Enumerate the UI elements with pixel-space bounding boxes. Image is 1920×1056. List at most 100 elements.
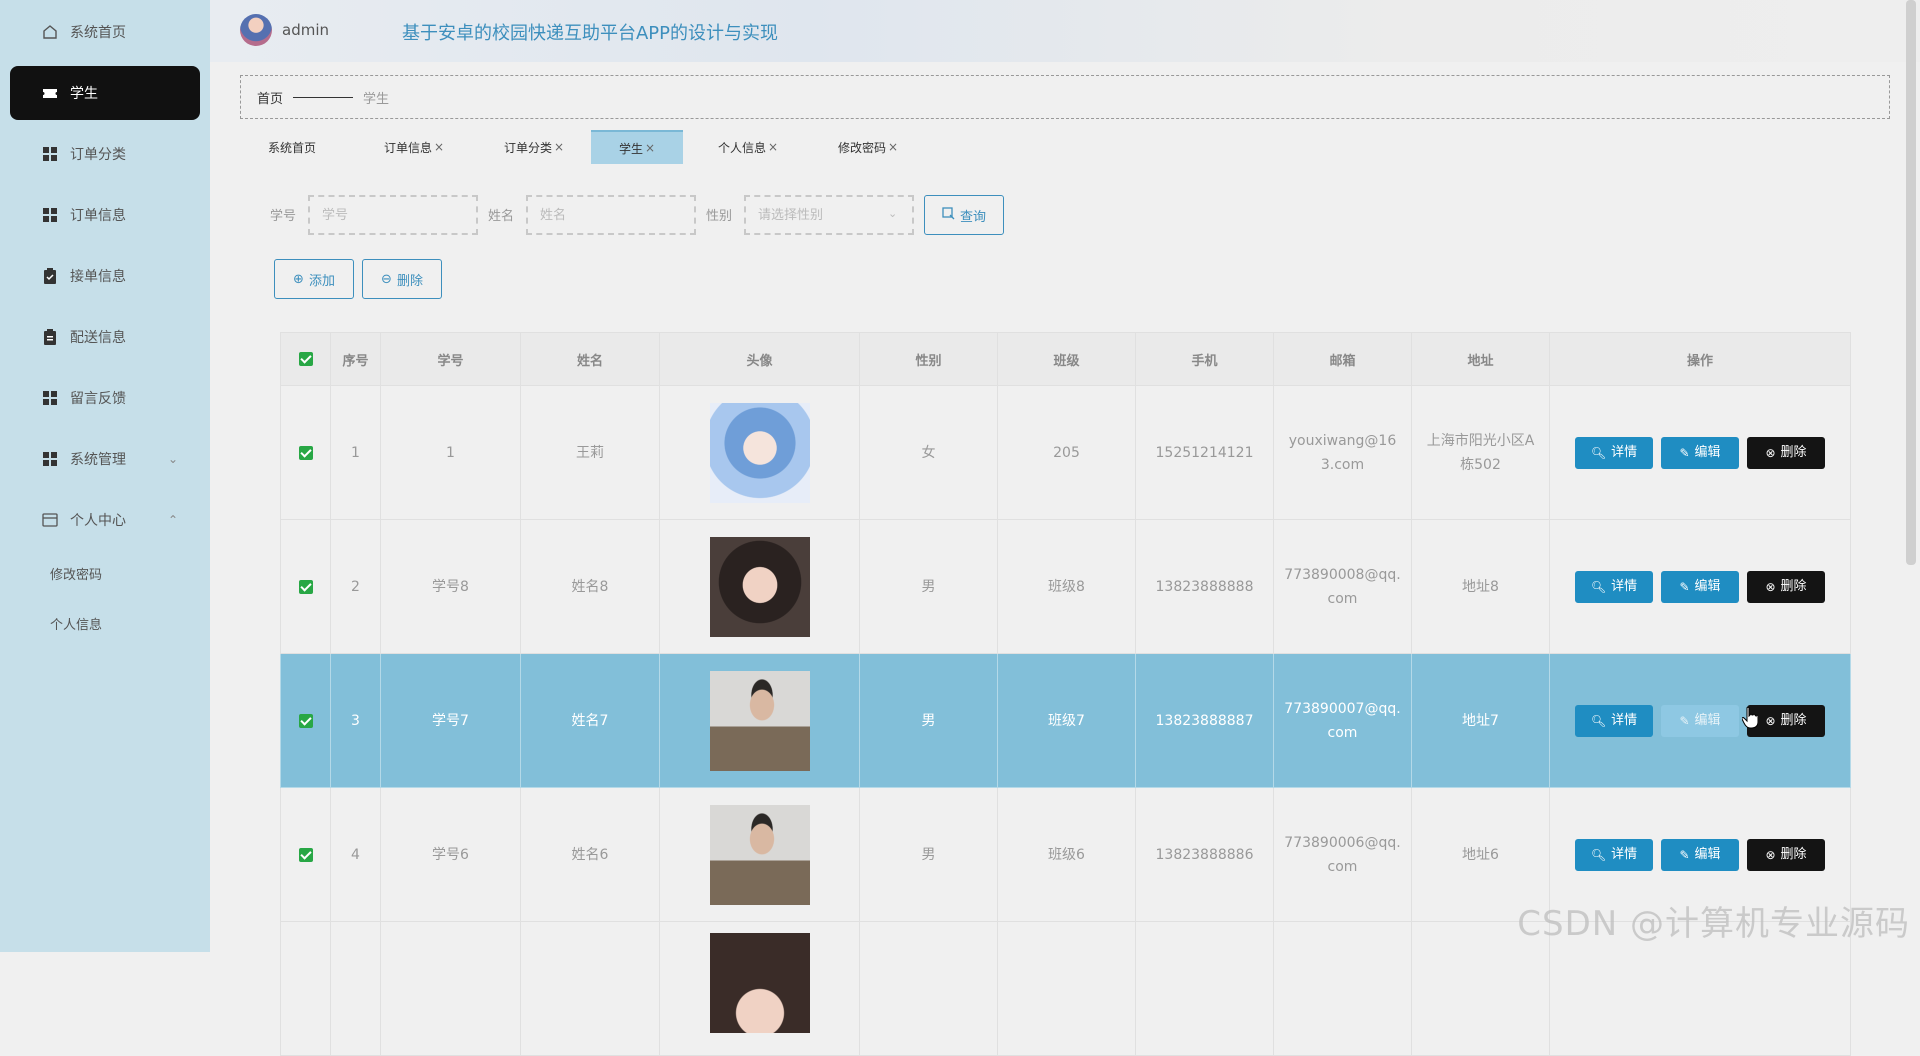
tab-students[interactable]: 学生 ×	[591, 130, 683, 164]
sidebar-subitem-personal-info[interactable]: 个人信息	[50, 614, 102, 633]
plus-circle-icon: ⊕	[293, 271, 304, 287]
sidebar-item-students[interactable]: 学生	[10, 66, 200, 120]
table-row[interactable]: 2 学号8 姓名8 男 班级8 13823888888 773890008@qq…	[280, 519, 1851, 654]
sidebar-item-home[interactable]: 系统首页	[10, 5, 200, 59]
edit-button[interactable]: ✎ 编辑	[1661, 436, 1739, 469]
cell-email	[1273, 921, 1412, 1056]
cell-index: 2	[330, 519, 381, 654]
row-checkbox[interactable]	[280, 653, 331, 788]
top-bar: admin 基于安卓的校园快递互助平台APP的设计与实现	[210, 0, 1920, 62]
delete-label: 删除	[1780, 712, 1807, 728]
sidebar-item-personal-center[interactable]: 个人中心 ⌃	[10, 493, 200, 547]
tab-label: 订单信息	[383, 140, 432, 155]
column-header: 手机	[1135, 332, 1274, 386]
edit-button[interactable]: ✎ 编辑	[1661, 704, 1739, 737]
cell-name: 姓名8	[520, 519, 660, 654]
column-header: 头像	[659, 332, 860, 386]
avatar[interactable]	[240, 14, 272, 46]
tab-personal-info[interactable]: 个人信息 ×	[696, 130, 800, 164]
email-text: 773890006@qq.com	[1284, 834, 1401, 875]
cell-gender: 男	[859, 787, 998, 922]
sidebar-item-label: 配送信息	[70, 330, 126, 346]
search-icon	[942, 206, 955, 224]
sidebar-item-system-management[interactable]: 系统管理 ⌄	[10, 432, 200, 486]
breadcrumb-home[interactable]: 首页	[257, 88, 283, 107]
detail-button[interactable]: 🔍︎ 详情	[1575, 436, 1653, 469]
query-button[interactable]: 查询	[924, 195, 1004, 235]
row-checkbox[interactable]	[280, 921, 331, 1056]
calendar-icon	[42, 512, 58, 528]
tab-label: 修改密码	[837, 140, 886, 155]
cell-index: 4	[330, 787, 381, 922]
sidebar-item-order-category[interactable]: 订单分类	[10, 127, 200, 181]
sidebar-item-order-info[interactable]: 订单信息	[10, 188, 200, 242]
close-icon[interactable]: ×	[888, 140, 898, 154]
vertical-scrollbar[interactable]	[1906, 0, 1916, 565]
sidebar-item-feedback[interactable]: 留言反馈	[10, 371, 200, 425]
email-text: 773890008@qq.com	[1284, 566, 1401, 607]
cell-address: 地址8	[1411, 519, 1550, 654]
cell-class: 班级6	[997, 787, 1136, 922]
add-button[interactable]: ⊕ 添加	[274, 259, 354, 299]
username: admin	[282, 21, 329, 39]
avatar-image	[709, 670, 810, 771]
column-header: 班级	[997, 332, 1136, 386]
table-row-highlighted[interactable]: 3 学号7 姓名7 男 班级7 13823888887 773890007@qq…	[280, 653, 1851, 788]
sidebar-item-label: 系统管理	[70, 452, 126, 468]
delete-label: 删除	[1780, 444, 1807, 460]
tab-label: 系统首页	[267, 140, 316, 155]
tab-order-info[interactable]: 订单信息 ×	[362, 130, 466, 164]
delete-button[interactable]: ⊗ 删除	[1747, 704, 1825, 737]
sidebar-item-delivery-info[interactable]: 配送信息	[10, 310, 200, 364]
student-id-input[interactable]	[308, 195, 478, 235]
batch-delete-button[interactable]: ⊖ 删除	[362, 259, 442, 299]
delete-button-label: 删除	[396, 273, 423, 289]
column-header: 地址	[1411, 332, 1550, 386]
delete-button[interactable]: ⊗ 删除	[1747, 838, 1825, 871]
gender-label: 性别	[706, 209, 733, 224]
detail-button[interactable]: 🔍︎ 详情	[1575, 838, 1653, 871]
detail-button[interactable]: 🔍︎ 详情	[1575, 704, 1653, 737]
row-checkbox[interactable]	[280, 519, 331, 654]
cell-phone: 15251214121	[1135, 385, 1274, 520]
delete-button[interactable]: ⊗ 删除	[1747, 570, 1825, 603]
close-icon[interactable]: ×	[768, 140, 778, 154]
chevron-down-icon: ⌄	[167, 452, 178, 466]
cell-name: 王莉	[520, 385, 660, 520]
detail-button[interactable]: 🔍︎ 详情	[1575, 570, 1653, 603]
add-button-label: 添加	[308, 273, 335, 289]
table-row[interactable]: 1 1 王莉 女 205 15251214121 youxiwang@163.c…	[280, 385, 1851, 520]
close-icon[interactable]: ×	[434, 140, 444, 154]
sidebar-subitem-change-password[interactable]: 修改密码	[50, 564, 102, 583]
close-icon[interactable]: ×	[645, 141, 655, 155]
app-title: 基于安卓的校园快递互助平台APP的设计与实现	[402, 23, 779, 44]
cell-gender	[859, 921, 998, 1056]
detail-label: 详情	[1611, 846, 1638, 862]
sidebar-item-accept-info[interactable]: 接单信息	[10, 249, 200, 303]
search-icon: 🔍︎	[1590, 713, 1607, 728]
row-checkbox[interactable]	[280, 385, 331, 520]
tab-home[interactable]: 系统首页	[240, 130, 344, 164]
name-input[interactable]	[526, 195, 696, 235]
tab-label: 个人信息	[717, 140, 766, 155]
row-checkbox[interactable]	[280, 787, 331, 922]
cell-index: 3	[330, 653, 381, 788]
cell-gender: 男	[859, 653, 998, 788]
tab-order-category[interactable]: 订单分类 ×	[482, 130, 586, 164]
delete-button[interactable]: ⊗ 删除	[1747, 436, 1825, 469]
table-header-row: 序号 学号 姓名 头像 性别 班级 手机 邮箱 地址 操作	[280, 332, 1851, 386]
edit-button[interactable]: ✎ 编辑	[1661, 838, 1739, 871]
edit-label: 编辑	[1694, 444, 1721, 460]
column-header: 性别	[859, 332, 998, 386]
watermark: CSDN @计算机专业源码	[1517, 904, 1910, 944]
students-table: 序号 学号 姓名 头像 性别 班级 手机 邮箱 地址 操作 1 1 王莉 女 2…	[280, 332, 1851, 1056]
close-icon[interactable]: ×	[554, 140, 564, 154]
student-id-label: 学号	[270, 209, 297, 224]
pencil-icon: ✎	[1679, 847, 1690, 862]
edit-button[interactable]: ✎ 编辑	[1661, 570, 1739, 603]
sidebar: 系统首页 学生 订单分类 订单信息 接单信息 配送信息 留言反馈 系统管理 ⌄ …	[0, 0, 210, 952]
cell-email: youxiwang@163.com	[1273, 385, 1412, 520]
tab-change-password[interactable]: 修改密码 ×	[816, 130, 920, 164]
select-all-checkbox[interactable]	[280, 332, 331, 386]
cell-avatar	[659, 787, 860, 922]
